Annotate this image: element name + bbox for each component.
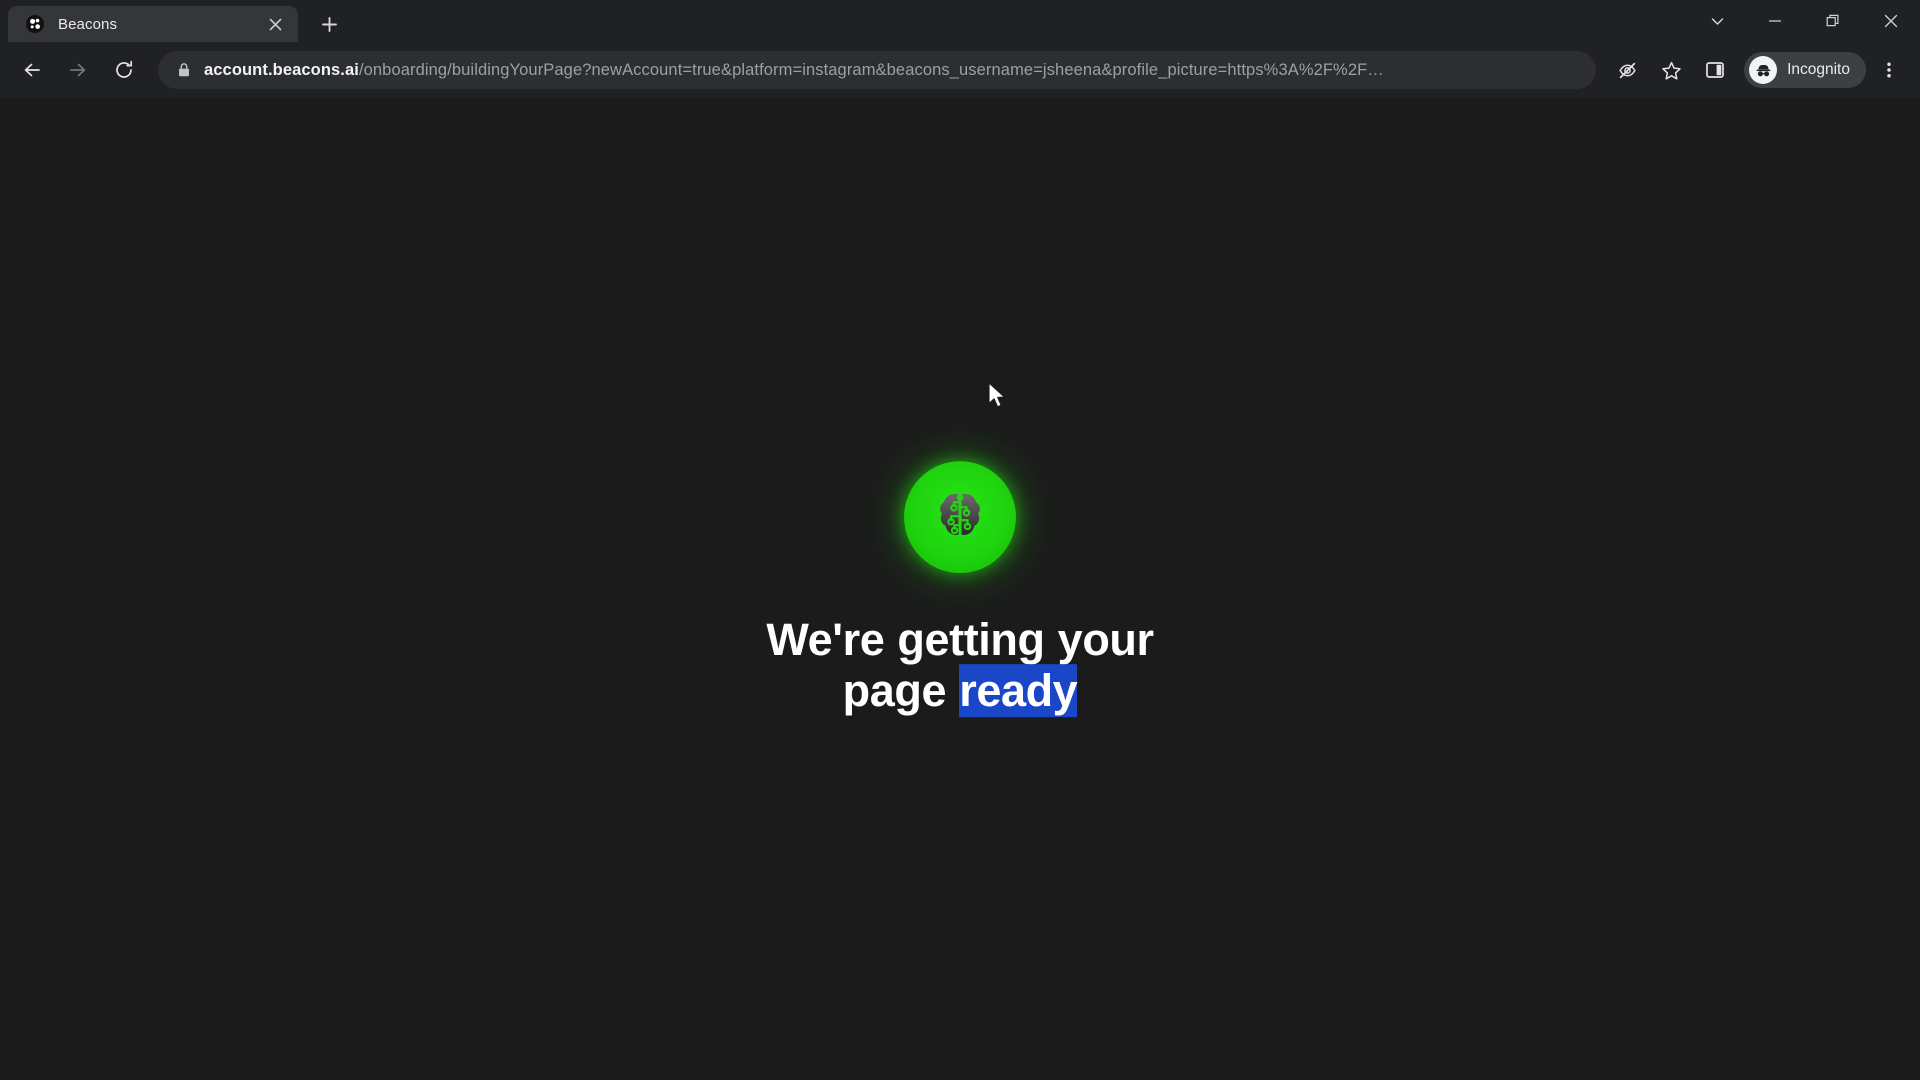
url-text: account.beacons.ai/onboarding/buildingYo…	[204, 61, 1384, 80]
close-window-button[interactable]	[1862, 0, 1920, 42]
page-viewport: We're getting your page ready	[0, 98, 1920, 1080]
side-panel-icon[interactable]	[1694, 49, 1736, 91]
address-bar[interactable]: account.beacons.ai/onboarding/buildingYo…	[158, 51, 1597, 89]
back-button[interactable]	[10, 48, 54, 92]
three-dot-menu-icon[interactable]	[1868, 49, 1910, 91]
star-icon[interactable]	[1650, 49, 1692, 91]
profile-label: Incognito	[1787, 61, 1850, 78]
tab-strip: Beacons	[0, 0, 1920, 42]
minimize-button[interactable]	[1746, 0, 1804, 42]
browser-toolbar: account.beacons.ai/onboarding/buildingYo…	[0, 42, 1920, 98]
brain-circuit-logo	[904, 461, 1016, 574]
restore-button[interactable]	[1804, 0, 1862, 42]
window-controls	[1688, 0, 1920, 42]
arrow-pointer-icon	[988, 382, 1010, 412]
page-title: We're getting your page ready	[750, 614, 1170, 717]
new-tab-button[interactable]	[312, 7, 346, 41]
tab-title: Beacons	[58, 15, 118, 33]
tab-beacons[interactable]: Beacons	[8, 6, 298, 42]
eye-off-icon[interactable]	[1606, 49, 1648, 91]
tab-search-button[interactable]	[1688, 0, 1746, 42]
close-icon[interactable]	[262, 11, 288, 37]
headline-selected-text: ready	[959, 664, 1078, 717]
url-host: account.beacons.ai	[204, 60, 359, 79]
reload-button[interactable]	[102, 48, 146, 92]
profile-incognito-button[interactable]: Incognito	[1744, 52, 1866, 88]
forward-button[interactable]	[56, 48, 100, 92]
beacons-logo-icon	[26, 15, 44, 33]
browser-window: Beacons account.beacons.ai /onboarding/b…	[0, 0, 1920, 1080]
lock-icon[interactable]	[174, 62, 194, 78]
url-path: /onboarding/buildingYourPage?newAccount=…	[358, 60, 1384, 79]
incognito-hat-icon	[1749, 56, 1778, 84]
loading-screen: We're getting your page ready	[0, 461, 1920, 717]
